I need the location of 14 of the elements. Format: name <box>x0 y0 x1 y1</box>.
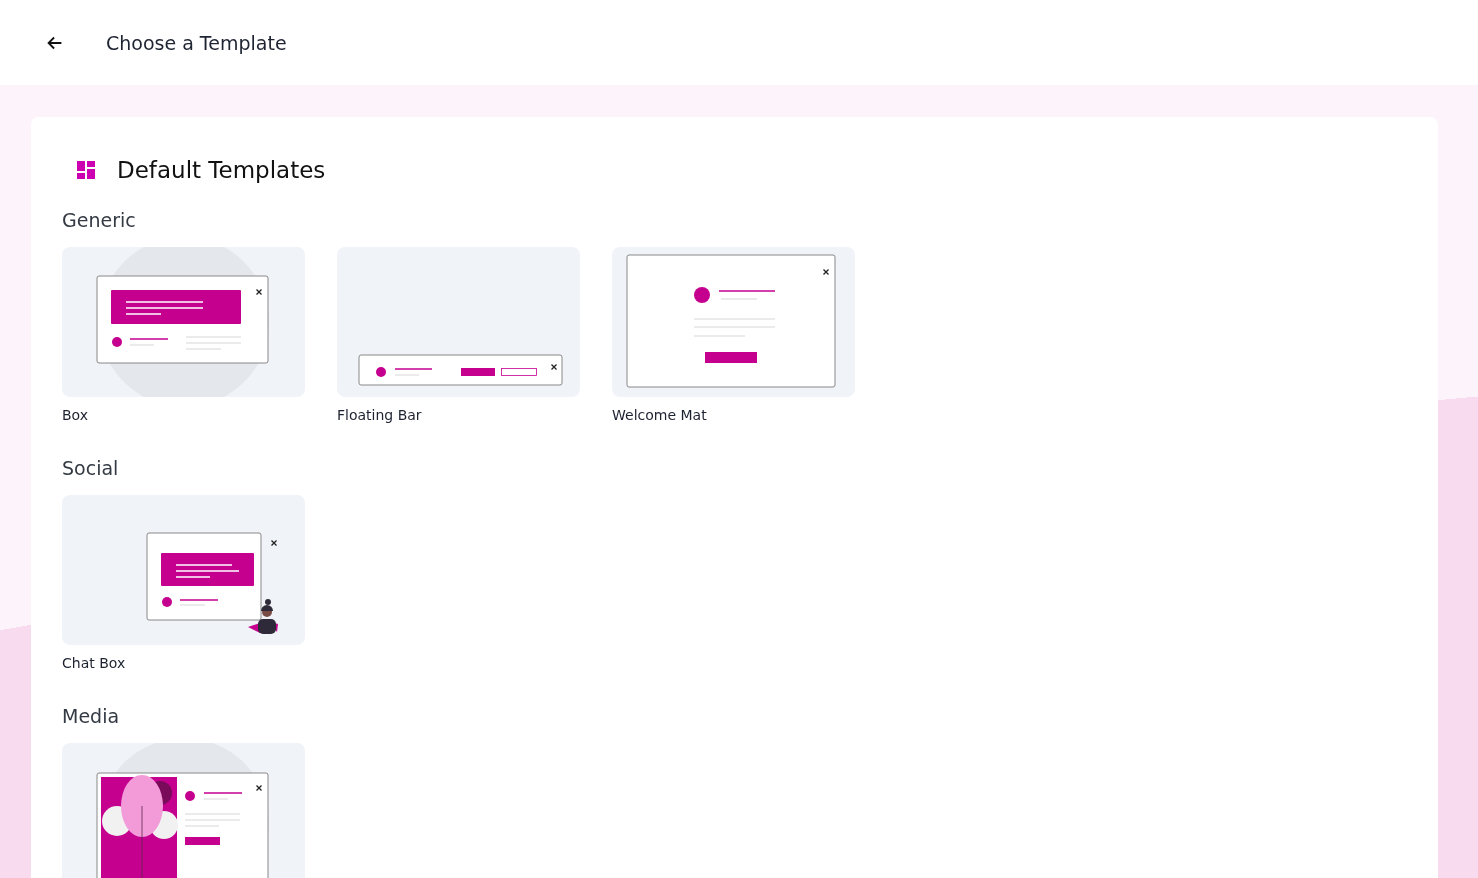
panel-title: Default Templates <box>117 157 326 183</box>
section-title: Media <box>62 705 121 727</box>
page-title: Choose a Template <box>106 31 287 54</box>
template-name: Welcome Mat <box>612 407 708 423</box>
section-title: Generic <box>62 209 137 231</box>
template-name: Floating Bar <box>337 407 423 423</box>
template-card[interactable] <box>62 495 305 645</box>
section-title: Social <box>62 457 120 479</box>
template-name: Chat Box <box>62 655 127 671</box>
template-name: Box <box>62 407 90 423</box>
template-card[interactable] <box>612 247 855 397</box>
template-card[interactable] <box>62 247 305 397</box>
template-card[interactable] <box>62 743 305 878</box>
dashboard-icon <box>77 161 95 179</box>
